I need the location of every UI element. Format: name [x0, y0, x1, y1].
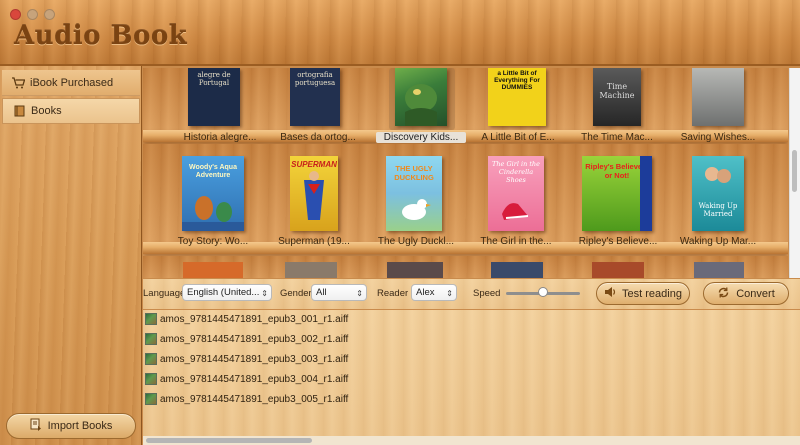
- book-title: Superman (19...: [278, 236, 350, 247]
- convert-button[interactable]: Convert: [703, 282, 789, 305]
- book-cover: The Girl in the Cinderella Shoes: [488, 156, 544, 231]
- sidebar-item-books[interactable]: Books: [2, 98, 140, 124]
- book-item[interactable]: Waking Up Married Waking Up Mar...: [668, 156, 768, 248]
- book-cover-partial: [183, 262, 243, 278]
- book-cover: Woody's Aqua Adventure: [182, 156, 244, 231]
- book-title: Discovery Kids...: [376, 132, 466, 143]
- reading-controls: Language English (United... ⇕ Gender All…: [143, 279, 800, 309]
- sidebar-item-label: iBook Purchased: [30, 76, 114, 89]
- book-cover: [692, 68, 744, 126]
- book-title: Waking Up Mar...: [679, 236, 757, 247]
- test-reading-button[interactable]: Test reading: [596, 282, 690, 305]
- reader-label: Reader: [377, 288, 409, 299]
- sidebar-item-ibook-purchased[interactable]: iBook Purchased: [2, 70, 140, 96]
- book-cover: Ripley's Believe It or Not!: [582, 156, 652, 231]
- reader-select[interactable]: Alex ⇕: [411, 284, 457, 301]
- speed-slider-knob[interactable]: [538, 287, 548, 297]
- book-cover: Waking Up Married: [692, 156, 744, 231]
- book-cover: THE UGLY DUCKLING: [386, 156, 442, 231]
- book-title: Historia alegre...: [183, 132, 257, 143]
- book-item[interactable]: Ripley's Believe It or Not! Ripley's Bel…: [568, 156, 668, 248]
- convert-icon: [717, 286, 730, 302]
- audio-file-icon: [145, 333, 157, 345]
- shelf-scroll-thumb[interactable]: [792, 150, 797, 192]
- book-cover: SUPERMAN: [290, 156, 338, 231]
- book-item[interactable]: a Little Bit of Everything For DUMMIES A…: [468, 68, 568, 146]
- book-item[interactable]: Time Machine The Time Mac...: [567, 68, 667, 146]
- book-item[interactable]: Saving Wishes...: [668, 68, 768, 146]
- zoom-window-button[interactable]: [44, 9, 55, 20]
- gender-label: Gender: [280, 288, 312, 299]
- select-arrows-icon: ⇕: [446, 289, 453, 298]
- book-item[interactable]: alegre de Portugal Historia alegre...: [170, 68, 270, 146]
- book-title: The Time Mac...: [581, 132, 653, 143]
- audio-file-icon: [145, 313, 157, 325]
- speaker-icon: [604, 286, 616, 301]
- language-select[interactable]: English (United... ⇕: [182, 284, 272, 301]
- list-item[interactable]: amos_9781445471891_epub3_002_r1.aiff: [145, 330, 348, 348]
- import-books-label: Import Books: [47, 420, 113, 432]
- book-cover: a Little Bit of Everything For DUMMIES: [488, 68, 546, 126]
- bookshelf: alegre de Portugal Historia alegre... or…: [143, 68, 788, 278]
- book-cover-partial: [491, 262, 543, 278]
- output-file-list: amos_9781445471891_epub3_001_r1.aiff amo…: [143, 310, 800, 436]
- app-title: Audio Book: [14, 21, 188, 51]
- book-item[interactable]: Woody's Aqua Adventure Toy Story: Wo...: [163, 156, 263, 248]
- book-cover: ortografia portuguesa: [290, 68, 340, 126]
- audio-file-icon: [145, 353, 157, 365]
- book-item[interactable]: ortografia portuguesa Bases da ortog...: [268, 68, 368, 146]
- import-books-button[interactable]: Import Books: [6, 413, 136, 439]
- book-title: The Ugly Duckl...: [377, 236, 455, 247]
- cart-icon: [12, 76, 25, 89]
- language-label: Language: [143, 288, 186, 299]
- book-title: The Girl in the...: [480, 236, 552, 247]
- book-title: Ripley's Believe...: [578, 236, 658, 247]
- book-cover-partial: [592, 262, 644, 278]
- sidebar: iBook Purchased Books: [0, 66, 142, 445]
- import-icon: [30, 418, 42, 434]
- minimize-window-button[interactable]: [27, 9, 38, 20]
- sidebar-item-label: Books: [31, 105, 62, 117]
- book-icon: [13, 105, 26, 117]
- file-list-scroll-thumb[interactable]: [146, 438, 312, 443]
- book-title: Toy Story: Wo...: [177, 236, 249, 247]
- book-title: A Little Bit of E...: [481, 132, 555, 143]
- close-window-button[interactable]: [10, 9, 21, 20]
- book-cover-partial: [285, 262, 337, 278]
- list-item[interactable]: amos_9781445471891_epub3_004_r1.aiff: [145, 370, 348, 388]
- list-item[interactable]: amos_9781445471891_epub3_003_r1.aiff: [145, 350, 348, 368]
- audio-file-icon: [145, 373, 157, 385]
- book-item-selected[interactable]: Discovery Kids...: [371, 68, 471, 146]
- book-cover: [395, 68, 447, 126]
- book-item[interactable]: SUPERMAN Superman (19...: [264, 156, 364, 248]
- list-item[interactable]: amos_9781445471891_epub3_005_r1.aiff: [145, 390, 348, 408]
- book-cover-partial: [694, 262, 744, 278]
- book-cover: Time Machine: [593, 68, 641, 126]
- book-cover: alegre de Portugal: [188, 68, 240, 126]
- title-bar: Audio Book: [0, 0, 800, 66]
- book-title: Saving Wishes...: [680, 132, 756, 143]
- gender-select[interactable]: All ⇕: [311, 284, 367, 301]
- book-item[interactable]: THE UGLY DUCKLING The Ugly Duckl...: [366, 156, 466, 248]
- select-arrows-icon: ⇕: [356, 289, 363, 298]
- speed-label: Speed: [473, 288, 501, 299]
- book-title: Bases da ortog...: [280, 132, 356, 143]
- book-item[interactable]: The Girl in the Cinderella Shoes The Gir…: [466, 156, 566, 248]
- audio-file-icon: [145, 393, 157, 405]
- book-cover-partial: [387, 262, 443, 278]
- list-item[interactable]: amos_9781445471891_epub3_001_r1.aiff: [145, 310, 348, 328]
- select-arrows-icon: ⇕: [261, 289, 268, 298]
